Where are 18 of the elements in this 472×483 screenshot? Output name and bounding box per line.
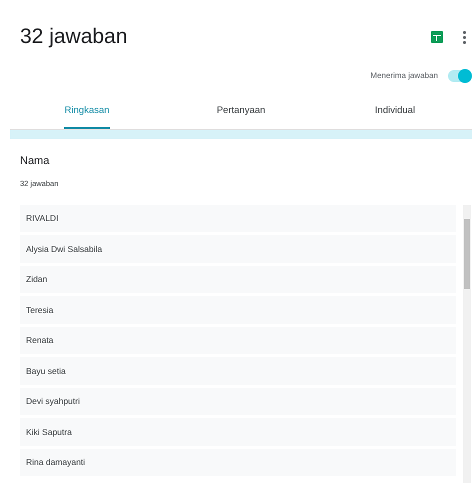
answer-row: Alysia Dwi Salsabila — [20, 235, 456, 263]
spreadsheet-icon[interactable] — [431, 31, 443, 43]
answer-row: Renata — [20, 326, 456, 354]
page-title: 32 jawaban — [20, 24, 128, 50]
answer-row: Kiki Saputra — [20, 418, 456, 446]
accepting-responses-toggle[interactable] — [448, 70, 470, 82]
accepting-responses-label: Menerima jawaban — [370, 70, 438, 82]
answer-row: Zidan — [20, 266, 456, 294]
question-title: Nama — [20, 154, 50, 169]
answer-row: RIVALDI — [20, 204, 456, 232]
answer-row: Rina damayanti — [20, 448, 456, 476]
tab[interactable]: Pertanyaan — [216, 104, 266, 129]
more-options-icon[interactable] — [462, 30, 466, 44]
answer-row: Teresia — [20, 296, 456, 324]
answer-row: Devi syahputri — [20, 388, 456, 416]
scrollbar[interactable] — [463, 204, 471, 483]
tab[interactable]: Individual — [374, 104, 416, 129]
answer-row: Bayu setia — [20, 357, 456, 385]
